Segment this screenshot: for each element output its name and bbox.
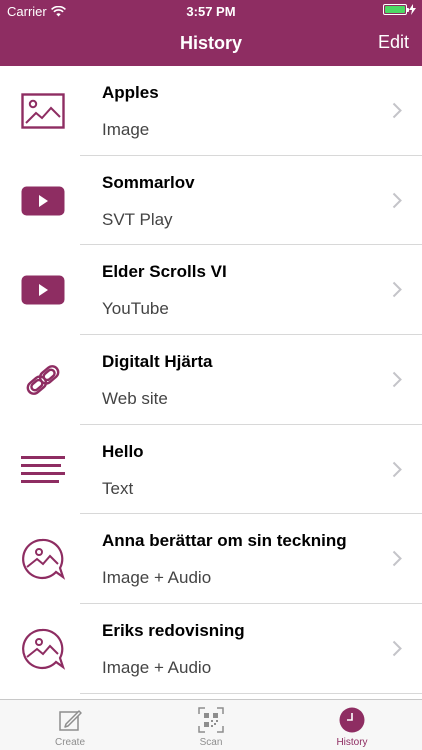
- list-item[interactable]: Elder Scrolls VI YouTube: [0, 245, 422, 336]
- list-item[interactable]: Hello Text: [0, 425, 422, 515]
- edit-button[interactable]: Edit: [378, 32, 409, 53]
- item-subtitle: SVT Play: [102, 209, 173, 229]
- tab-scan[interactable]: Scan: [141, 700, 281, 750]
- tab-bar: Create Scan History: [0, 699, 422, 750]
- item-title: Digitalt Hjärta: [102, 352, 213, 372]
- list-item[interactable]: Apples Image: [0, 66, 422, 156]
- page-title: History: [179, 33, 242, 53]
- link-icon: [20, 357, 66, 403]
- battery-icon: [383, 4, 409, 15]
- battery-group: [383, 4, 416, 15]
- item-title: Hello: [102, 441, 144, 461]
- tab-label: Create: [54, 737, 85, 748]
- tab-create[interactable]: Create: [0, 700, 140, 750]
- history-list: Apples Image Sommarlov SVT Play Elder Sc…: [0, 66, 422, 698]
- item-subtitle: Web site: [102, 389, 168, 409]
- list-item[interactable]: Eriks redovisning Image + Audio: [0, 604, 422, 694]
- item-subtitle: YouTube: [102, 299, 169, 319]
- video-play-icon: [20, 178, 66, 224]
- charging-bolt-icon: [409, 4, 416, 15]
- chevron-right-icon: [392, 551, 402, 567]
- video-play-icon: [20, 267, 66, 313]
- text-lines-icon: [20, 447, 66, 493]
- item-subtitle: Image: [102, 120, 150, 139]
- image-audio-icon: [20, 626, 66, 672]
- item-subtitle: Text: [102, 478, 134, 498]
- list-item[interactable]: Anna berättar om sin teckning Image + Au…: [0, 514, 422, 605]
- tab-history[interactable]: History: [282, 700, 422, 750]
- item-title: Sommarlov: [102, 172, 195, 192]
- chevron-right-icon: [392, 192, 402, 208]
- chevron-right-icon: [392, 371, 402, 388]
- qr-scan-icon: [198, 707, 224, 733]
- image-icon: [20, 88, 66, 134]
- item-title: Apples: [102, 83, 159, 102]
- list-item[interactable]: Digitalt Hjärta Web site: [0, 335, 422, 425]
- status-bar: Carrier 3:57 PM: [0, 0, 422, 22]
- clock-icon: [339, 707, 365, 733]
- item-subtitle: Image + Audio: [102, 658, 212, 678]
- row-separator: [80, 692, 422, 694]
- chevron-right-icon: [392, 282, 402, 298]
- image-audio-icon: [20, 536, 66, 582]
- item-subtitle: Image + Audio: [102, 568, 212, 588]
- item-title: Elder Scrolls VI: [102, 262, 227, 282]
- item-title: Anna berättar om sin teckning: [102, 531, 347, 551]
- tab-label: Scan: [199, 737, 223, 748]
- chevron-right-icon: [392, 461, 402, 477]
- compose-icon: [59, 710, 82, 731]
- tab-label: History: [336, 737, 368, 748]
- navigation-bar: History Edit: [0, 22, 422, 66]
- item-title: Eriks redovisning: [102, 621, 245, 641]
- list-item[interactable]: Sommarlov SVT Play: [0, 156, 422, 246]
- status-time: 3:57 PM: [186, 4, 236, 19]
- chevron-right-icon: [392, 102, 402, 119]
- chevron-right-icon: [392, 640, 402, 657]
